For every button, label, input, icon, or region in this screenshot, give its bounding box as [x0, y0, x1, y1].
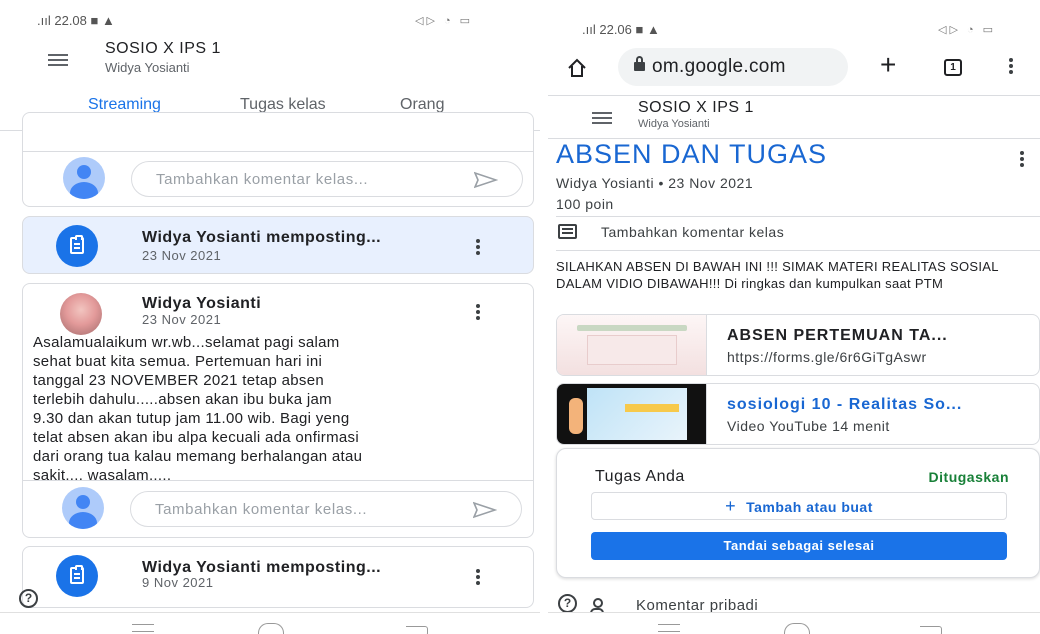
- post-date: 23 Nov 2021: [142, 312, 222, 327]
- class-title: SOSIO X IPS 1: [638, 99, 754, 116]
- post-author: Widya Yosianti: [142, 295, 262, 312]
- post-body-line: dari orang tua kalau memang berhalangan …: [33, 448, 363, 465]
- status-icons: ◁▷ ◔ ▭: [938, 24, 997, 36]
- attachment-title: ABSEN PERTEMUAN TA...: [727, 327, 948, 344]
- tab-switcher-icon[interactable]: 1: [944, 59, 962, 76]
- back-nav-icon[interactable]: [406, 626, 428, 634]
- menu-icon[interactable]: [48, 54, 68, 66]
- mark-as-done-button[interactable]: Tandai sebagai selesai: [591, 532, 1007, 560]
- recent-apps-icon[interactable]: [132, 624, 154, 632]
- status-time-row: .ııl 22.06 ■ ▲: [582, 22, 660, 37]
- status-time: 22.06: [599, 22, 632, 37]
- send-icon[interactable]: [473, 501, 497, 519]
- new-tab-icon[interactable]: +: [880, 51, 896, 79]
- class-comment-link[interactable]: Tambahkan komentar kelas: [601, 224, 784, 240]
- status-icons: ◁▷ ◔ ▭: [415, 15, 474, 27]
- assignment-title: ABSEN DAN TUGAS: [556, 139, 828, 169]
- more-options-icon[interactable]: [476, 304, 480, 320]
- send-icon[interactable]: [474, 171, 498, 189]
- post-date: 23 Nov 2021: [142, 248, 222, 263]
- status-time: 22.08: [54, 13, 87, 28]
- class-comment-icon[interactable]: [558, 224, 577, 239]
- user-avatar-icon: [62, 487, 104, 529]
- help-icon[interactable]: ?: [19, 589, 38, 608]
- post-body-line: tanggal 23 NOVEMBER 2021 tetap absen: [33, 372, 324, 389]
- class-teacher: Widya Yosianti: [105, 60, 190, 75]
- more-options-icon[interactable]: [476, 569, 480, 585]
- attachment-meta: Video YouTube 14 menit: [727, 418, 890, 434]
- assignment-meta: Widya Yosianti • 23 Nov 2021: [556, 175, 754, 191]
- card-divider: [22, 480, 534, 481]
- divider: [556, 250, 1040, 251]
- video-thumbnail: [557, 384, 707, 444]
- your-work-card: Tugas Anda Ditugaskan + Tambah atau buat …: [556, 448, 1040, 578]
- add-button-label: Tambah atau buat: [746, 499, 873, 515]
- assignment-points: 100 poin: [556, 196, 614, 212]
- your-work-label: Tugas Anda: [595, 468, 685, 485]
- post-title: Widya Yosianti memposting...: [142, 229, 382, 246]
- notification-icon: ■ ▲: [90, 13, 115, 28]
- browser-menu-icon[interactable]: [1009, 58, 1013, 74]
- android-nav-bar: [0, 612, 540, 634]
- home-nav-icon[interactable]: [258, 623, 284, 634]
- class-teacher: Widya Yosianti: [638, 118, 710, 130]
- post-body: Asalamualaikum wr.wb...selamat pagi sala…: [33, 333, 513, 485]
- android-nav-bar: [548, 612, 1040, 634]
- author-avatar: [60, 293, 102, 335]
- post-body-line: sakit.... wasalam.....: [33, 467, 172, 484]
- assigned-status: Ditugaskan: [928, 469, 1009, 485]
- class-comment-input[interactable]: Tambahkan komentar kelas...: [131, 161, 523, 197]
- home-nav-icon[interactable]: [784, 623, 810, 634]
- signal-icon: .ııl: [582, 22, 596, 37]
- assignment-post[interactable]: Widya Yosianti memposting... 23 Nov 2021: [22, 216, 534, 274]
- attachment-title: sosiologi 10 - Realitas So...: [727, 396, 963, 413]
- assignment-post[interactable]: Widya Yosianti memposting... 9 Nov 2021: [22, 546, 534, 608]
- status-time-row: .ııl 22.08 ■ ▲: [37, 13, 115, 28]
- comment-placeholder: Tambahkan komentar kelas...: [155, 501, 368, 518]
- post-body-line: 9.30 dan akan tutup jam 11.00 wib. Bagi …: [33, 410, 350, 427]
- recent-apps-icon[interactable]: [658, 624, 680, 632]
- attachment-video[interactable]: sosiologi 10 - Realitas So... Video YouT…: [556, 383, 1040, 445]
- right-screen-assignment: .ııl 22.06 ■ ▲ ◁▷ ◔ ▭ om.google.com + 1 …: [548, 0, 1040, 634]
- url-text: om.google.com: [652, 56, 786, 77]
- card-divider: [23, 151, 533, 152]
- assignment-icon: [56, 555, 98, 597]
- left-screen-stream: .ııl 22.08 ■ ▲ ◁▷ ◔ ▭ SOSIO X IPS 1 Widy…: [0, 0, 540, 634]
- post-body-line: Asalamualaikum wr.wb...selamat pagi sala…: [33, 334, 340, 351]
- signal-icon: .ııl: [37, 13, 51, 28]
- private-comment-icon: [590, 598, 604, 613]
- help-icon[interactable]: ?: [558, 594, 577, 613]
- comment-card: Tambahkan komentar kelas...: [22, 112, 534, 207]
- browser-divider: [548, 95, 1040, 96]
- more-options-icon[interactable]: [1020, 151, 1024, 167]
- assignment-instructions: SILAHKAN ABSEN DI BAWAH INI !!! SIMAK MA…: [556, 259, 999, 291]
- class-comment-input[interactable]: Tambahkan komentar kelas...: [130, 491, 522, 527]
- back-nav-icon[interactable]: [920, 626, 942, 634]
- plus-icon: +: [725, 496, 737, 516]
- notification-icon: ■ ▲: [635, 22, 660, 37]
- assignment-icon: [56, 225, 98, 267]
- attachment-url: https://forms.gle/6r6GiTgAswr: [727, 349, 927, 365]
- lock-icon: [634, 56, 645, 71]
- post-body-line: sehat buat kita semua. Pertemuan hari in…: [33, 353, 323, 370]
- url-bar[interactable]: om.google.com: [618, 48, 848, 86]
- add-or-create-button[interactable]: + Tambah atau buat: [591, 492, 1007, 520]
- post-body-line: terlebih dahulu.....absen akan ibu buka …: [33, 391, 332, 408]
- browser-home-icon[interactable]: [567, 58, 587, 78]
- post-body-line: telat absen akan ibu alpa kecuali ada on…: [33, 429, 359, 446]
- post-date: 9 Nov 2021: [142, 575, 214, 590]
- more-options-icon[interactable]: [476, 239, 480, 255]
- form-thumbnail: [557, 315, 707, 375]
- user-avatar-icon: [63, 157, 105, 199]
- attachment-form[interactable]: ABSEN PERTEMUAN TA... https://forms.gle/…: [556, 314, 1040, 376]
- comment-placeholder: Tambahkan komentar kelas...: [156, 171, 369, 188]
- menu-icon[interactable]: [592, 112, 612, 124]
- class-title: SOSIO X IPS 1: [105, 40, 221, 57]
- divider: [556, 216, 1040, 217]
